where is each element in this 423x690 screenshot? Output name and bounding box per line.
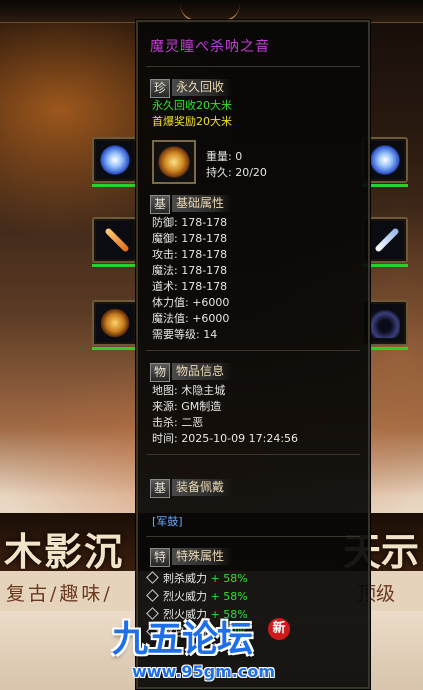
- medal-icon: [101, 309, 129, 337]
- durability-bar: [92, 184, 138, 187]
- armor-icon: [370, 308, 400, 338]
- watermark-url: www.95gm.com: [132, 662, 276, 681]
- stat-defense: 防御: 178-178: [152, 216, 228, 229]
- section-label: 物品信息: [172, 363, 233, 380]
- divider: [146, 536, 360, 537]
- special-attr-name: 刺杀威力: [163, 572, 207, 585]
- section-tag: 基: [150, 479, 170, 498]
- special-attr-name: 烈火威力: [163, 590, 207, 603]
- stat-required-level: 需要等级: 14: [152, 328, 218, 341]
- info-source: 来源: GM制造: [152, 400, 222, 413]
- orb-icon: [100, 145, 130, 175]
- section-header-special: 特特殊属性: [150, 548, 265, 568]
- durability-bar: [92, 264, 138, 267]
- item-name: 魔灵瞳ぺ杀呐之音: [150, 39, 270, 55]
- crest-icon: [158, 146, 190, 178]
- equip-slot-medal[interactable]: [92, 300, 138, 350]
- special-attr-value: + 58%: [210, 572, 248, 585]
- section-tag: 物: [150, 363, 170, 382]
- section-label: 基础属性: [172, 195, 233, 212]
- banner-left-text: 木影沉: [4, 529, 125, 574]
- durability-bar: [92, 347, 138, 350]
- orb-icon: [370, 145, 400, 175]
- stat-attack: 攻击: 178-178: [152, 248, 228, 261]
- divider: [146, 350, 360, 351]
- section-header-base: 基基础属性: [150, 195, 265, 215]
- sword-icon: [374, 227, 400, 253]
- section-header-equip: 基装备佩戴: [150, 479, 265, 499]
- info-time: 时间: 2025-10-09 17:24:56: [152, 432, 299, 445]
- item-tooltip: 魔灵瞳ぺ杀呐之音 珍永久回收 永久回收20大米 首爆奖励20大米 重量: 0 持…: [136, 20, 370, 689]
- equip-slot-name: [军鼓]: [152, 515, 183, 528]
- stat-magic-defense: 魔御: 178-178: [152, 232, 228, 245]
- watermark-logo: 九五论坛: [112, 619, 253, 660]
- section-tag: 特: [150, 548, 170, 567]
- sword-icon: [104, 227, 130, 253]
- item-icon: [152, 140, 196, 184]
- section-label: 装备佩戴: [172, 479, 233, 496]
- section-tag: 珍: [150, 79, 170, 98]
- section-label: 永久回收: [172, 79, 233, 96]
- first-drop-reward: 首爆奖励20大米: [152, 115, 232, 128]
- special-attr: 烈火威力 + 58%: [146, 588, 248, 604]
- diamond-icon: [146, 571, 159, 584]
- stat-hp: 体力值: +6000: [152, 296, 230, 309]
- forum-watermark: 九五论坛 新 www.95gm.com: [112, 610, 312, 685]
- item-weight: 重量: 0: [206, 150, 243, 163]
- info-map: 地图: 木隐主城: [152, 384, 226, 397]
- stat-taoism: 道术: 178-178: [152, 280, 228, 293]
- section-header-recycle: 珍永久回收: [150, 79, 265, 99]
- divider: [146, 454, 360, 455]
- tagline-left: 复古/趣味/: [6, 583, 113, 605]
- item-durability: 持久: 20/20: [206, 166, 267, 179]
- special-attr-value: + 58%: [210, 590, 248, 603]
- section-tag: 基: [150, 195, 170, 214]
- recycle-line: 永久回收20大米: [152, 99, 232, 112]
- section-header-info: 物物品信息: [150, 363, 265, 383]
- equip-slot-necklace[interactable]: [92, 137, 138, 187]
- watermark-seal: 新: [268, 618, 290, 640]
- equip-slot-weapon[interactable]: [92, 217, 138, 267]
- section-label: 特殊属性: [172, 548, 233, 565]
- special-attr: 刺杀威力 + 58%: [146, 570, 248, 586]
- stat-mp: 魔法值: +6000: [152, 312, 230, 325]
- diamond-icon: [146, 589, 159, 602]
- divider: [146, 66, 360, 67]
- info-kill: 击杀: 二恶: [152, 416, 204, 429]
- stat-magic: 魔法: 178-178: [152, 264, 228, 277]
